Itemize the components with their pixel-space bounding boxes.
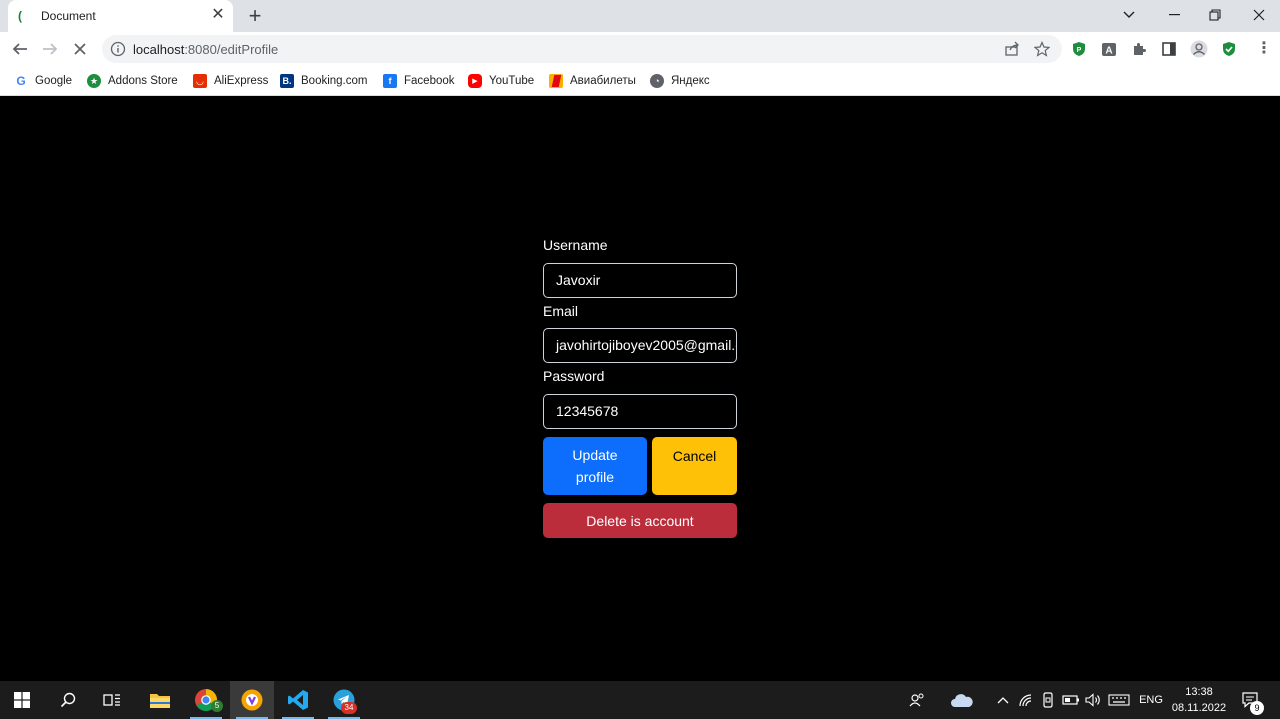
tab-close-icon[interactable]: ✕ [208,5,228,25]
tab-strip: ( Document ✕ + [0,0,1280,32]
brave-app[interactable] [230,681,274,719]
back-button[interactable] [7,36,33,62]
bookmarks-bar: G Google ★ Addons Store ◡ AliExpress B. … [0,66,1280,96]
bookmark-facebook[interactable]: f Facebook [383,71,455,91]
windows-logo-icon [14,692,30,708]
task-view-button[interactable] [90,681,134,719]
password-input[interactable]: 12345678 [543,394,737,429]
browser-toolbar: localhost:8080/editProfile P A ⋮ [0,32,1280,66]
bookmark-label: Facebook [404,75,455,87]
search-icon [60,692,76,708]
cancel-button[interactable]: Cancel [652,437,737,495]
chrome-app[interactable]: 5 [184,681,228,719]
aviabilety-icon [549,74,563,88]
page-content: Username Javoxir Email javohirtojiboyev2… [0,97,1280,681]
language-indicator[interactable]: ENG [1136,681,1166,719]
task-view-icon [103,694,120,706]
browser-menu-icon[interactable]: ⋮ [1254,39,1274,59]
onedrive-cloud-icon[interactable] [946,681,978,719]
update-profile-button[interactable]: Update profile [543,437,647,495]
bookmark-label: YouTube [489,75,535,87]
bookmark-aliexpress[interactable]: ◡ AliExpress [193,71,268,91]
svg-text:P: P [1077,47,1082,54]
url-path: :8080/editProfile [184,42,279,57]
youtube-icon: ▶ [468,74,482,88]
puzzle-extensions-icon[interactable] [1130,40,1148,58]
folder-icon [150,694,170,708]
url-host: localhost [133,42,185,57]
address-bar[interactable]: localhost:8080/editProfile [102,35,1062,63]
clock-time: 13:38 [1185,686,1213,698]
bookmark-label: Addons Store [108,75,178,87]
bookmark-label: Google [35,75,73,87]
bookmark-label: Яндекс [671,75,710,87]
chrome-badge: 5 [211,700,223,712]
clock[interactable]: 13:38 08.11.2022 [1168,684,1230,716]
bookmark-booking[interactable]: B. Booking.com [280,71,367,91]
close-window-button[interactable] [1236,0,1280,30]
google-icon: G [14,74,28,88]
back-arrow-icon [12,43,27,55]
network-icon[interactable] [1016,681,1036,719]
stop-icon [74,43,86,55]
vscode-icon [288,690,308,710]
taskbar: 5 34 ENG 13:38 08.11.2022 9 [0,681,1280,719]
bookmark-yandex[interactable]: ◔ Яндекс [650,71,710,91]
browser-tab[interactable]: ( Document ✕ [8,0,233,32]
new-tab-button[interactable]: + [243,4,267,28]
vscode-app[interactable] [276,681,320,719]
delete-account-button[interactable]: Delete is account [543,503,737,538]
tab-title: Document [41,9,96,23]
bookmark-label: Авиабилеты [570,75,636,87]
profile-avatar-icon[interactable] [1190,40,1208,58]
search-button[interactable] [46,681,90,719]
action-center-button[interactable]: 9 [1236,681,1266,719]
email-input[interactable]: javohirtojiboyev2005@gmail.com [543,328,737,363]
forward-arrow-icon [43,43,58,55]
loading-favicon-icon: ( [18,9,22,23]
bookmark-label: AliExpress [214,75,269,87]
telegram-app[interactable]: 34 [322,681,366,719]
side-panel-icon[interactable] [1160,40,1178,58]
addons-store-icon: ★ [87,74,101,88]
password-label: Password [543,368,605,384]
site-info-icon[interactable] [110,41,126,57]
adguard-shield-icon[interactable] [1220,40,1238,58]
bookmark-star-icon[interactable] [1034,41,1050,57]
yandex-icon: ◔ [650,74,664,88]
booking-icon: B. [280,74,294,88]
battery-icon[interactable] [1060,681,1082,719]
aliexpress-icon: ◡ [193,74,207,88]
bookmark-aviabilety[interactable]: Авиабилеты [549,71,636,91]
translate-extension-icon[interactable]: A [1100,40,1118,58]
url-text[interactable]: localhost:8080/editProfile [133,42,278,57]
svg-text:A: A [1105,46,1112,57]
bookmark-google[interactable]: G Google [14,71,72,91]
keyboard-icon[interactable] [1106,681,1132,719]
notification-count-badge: 9 [1250,701,1264,715]
tab-search-icon[interactable] [1106,0,1152,30]
telegram-badge: 34 [341,702,357,714]
volume-icon[interactable] [1083,681,1103,719]
share-icon[interactable] [1004,41,1020,57]
facebook-icon: f [383,74,397,88]
people-icon[interactable] [904,681,930,719]
forward-button[interactable] [37,36,63,62]
email-label: Email [543,303,579,319]
bookmark-addons-store[interactable]: ★ Addons Store [87,71,178,91]
file-explorer-app[interactable] [138,681,182,719]
device-icon[interactable] [1038,681,1058,719]
bookmark-label: Booking.com [301,75,368,87]
proxy-extension-icon[interactable]: P [1070,40,1088,58]
bookmark-youtube[interactable]: ▶ YouTube [468,71,534,91]
clock-date: 08.11.2022 [1171,702,1227,714]
restore-button[interactable] [1192,0,1238,30]
stop-loading-button[interactable] [67,36,93,62]
chevron-up-icon[interactable] [994,681,1012,719]
username-input[interactable]: Javoxir [543,263,737,298]
browser-shield-icon [241,689,263,711]
username-label: Username [543,237,608,253]
start-button[interactable] [0,681,44,719]
